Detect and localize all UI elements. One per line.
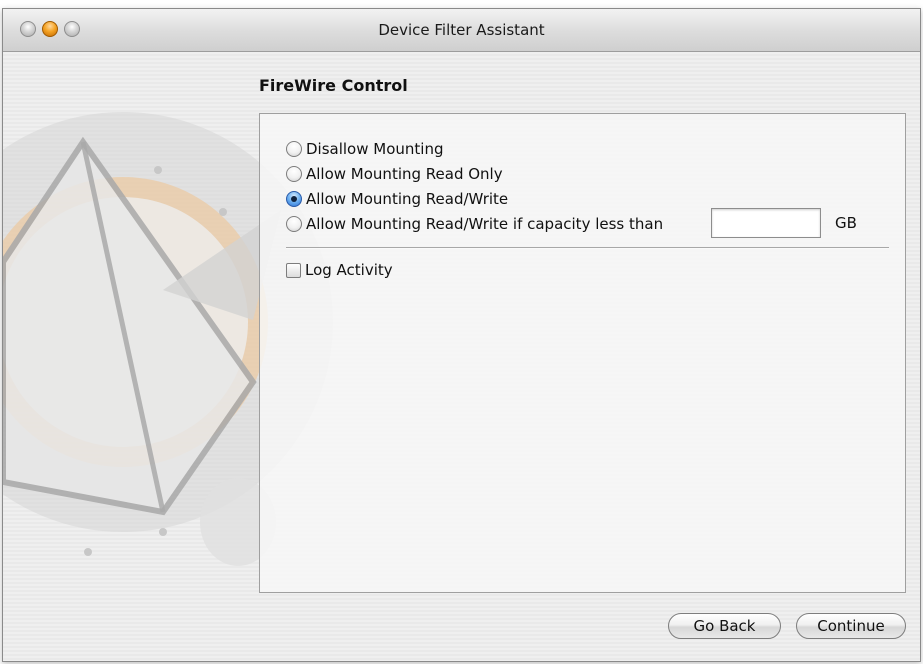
radio-label: Allow Mounting Read Only — [306, 165, 503, 183]
title-bar[interactable]: Device Filter Assistant — [3, 9, 920, 52]
continue-button[interactable]: Continue — [796, 613, 906, 639]
checkbox-label: Log Activity — [305, 261, 393, 279]
radio-button[interactable] — [286, 166, 302, 182]
go-back-button[interactable]: Go Back — [668, 613, 781, 639]
section-heading: FireWire Control — [259, 76, 408, 95]
divider — [286, 247, 889, 249]
checkbox[interactable] — [286, 262, 301, 278]
radio-read-only[interactable]: Allow Mounting Read Only — [286, 163, 503, 185]
window-title: Device Filter Assistant — [378, 21, 545, 39]
radio-read-write[interactable]: Allow Mounting Read/Write — [286, 188, 508, 210]
assistant-window: Device Filter Assistant FireWire Control… — [2, 8, 921, 662]
log-activity-checkbox[interactable]: Log Activity — [286, 259, 393, 281]
radio-read-write-capacity[interactable]: Allow Mounting Read/Write if capacity le… — [286, 213, 663, 235]
radio-button[interactable] — [286, 216, 302, 232]
radio-disallow-mounting[interactable]: Disallow Mounting — [286, 138, 443, 160]
options-panel: Disallow Mounting Allow Mounting Read On… — [259, 113, 906, 593]
capacity-input[interactable] — [711, 208, 821, 238]
radio-label: Allow Mounting Read/Write — [306, 190, 509, 208]
assistant-content: FireWire Control Disallow Mounting Allow… — [3, 52, 920, 661]
radio-button[interactable] — [286, 141, 302, 157]
radio-button-selected[interactable] — [286, 191, 302, 207]
capacity-unit-label: GB — [835, 214, 857, 232]
radio-label: Allow Mounting Read/Write if capacity le… — [306, 215, 664, 233]
radio-label: Disallow Mounting — [306, 140, 444, 158]
